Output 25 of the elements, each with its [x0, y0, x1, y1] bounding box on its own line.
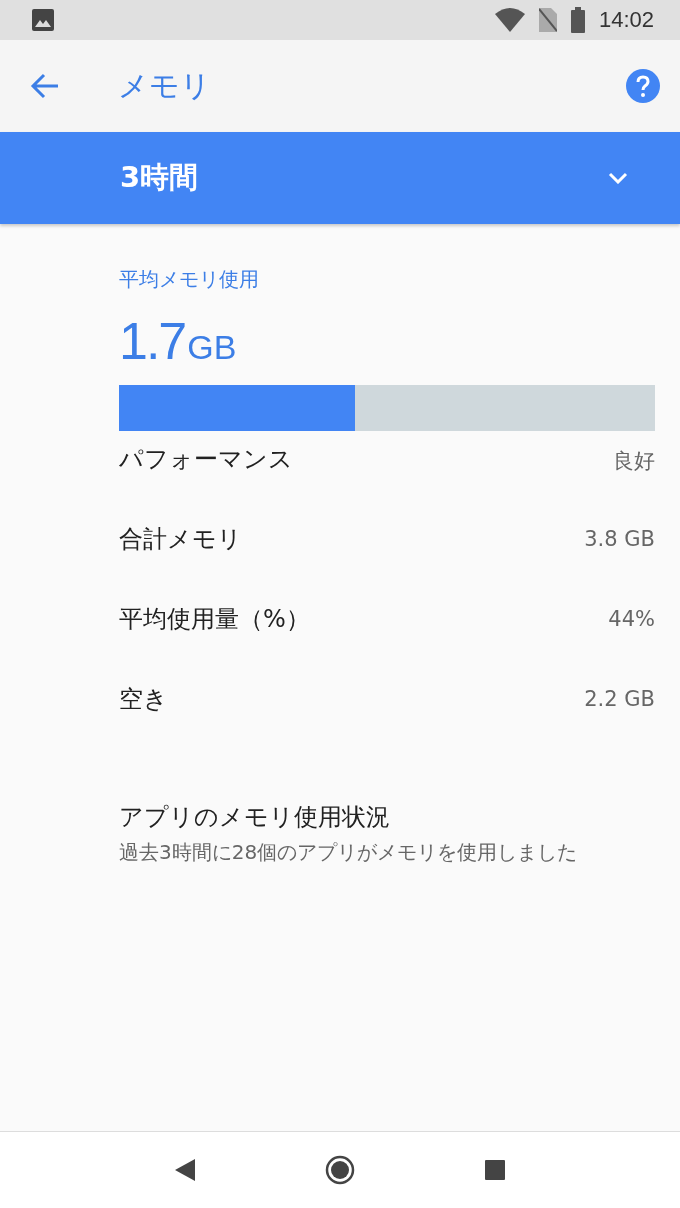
stat-value: 3.8 GB: [584, 527, 655, 551]
average-usage-label: 平均メモリ使用: [119, 266, 260, 293]
average-usage-value: 1.7: [119, 311, 186, 371]
help-icon[interactable]: [626, 69, 660, 103]
stat-value: 2.2 GB: [584, 687, 655, 711]
stat-label: 空き: [119, 684, 168, 715]
stat-label: パフォーマンス: [119, 444, 293, 475]
period-dropdown[interactable]: 3時間: [120, 158, 199, 198]
app-usage-title[interactable]: アプリのメモリ使用状況: [119, 801, 655, 833]
image-icon: [32, 9, 54, 31]
battery-icon: [570, 7, 585, 33]
screen-title: メモリ: [118, 66, 211, 105]
average-usage-unit: GB: [187, 328, 237, 367]
home-icon[interactable]: [325, 1155, 355, 1185]
stat-value: 良好: [613, 448, 655, 475]
back-arrow-icon[interactable]: [30, 73, 60, 99]
status-time: 14:02: [598, 7, 654, 33]
chevron-down-icon[interactable]: [608, 172, 628, 184]
app-usage-subtitle: 過去3時間に28個のアプリがメモリを使用しました: [119, 839, 579, 866]
stat-value: 44%: [608, 607, 655, 631]
no-sim-icon: [538, 8, 557, 32]
stat-label: 平均使用量（%）: [119, 604, 310, 635]
stat-label: 合計メモリ: [119, 524, 242, 555]
back-icon[interactable]: [175, 1159, 195, 1181]
wifi-icon: [494, 8, 525, 32]
